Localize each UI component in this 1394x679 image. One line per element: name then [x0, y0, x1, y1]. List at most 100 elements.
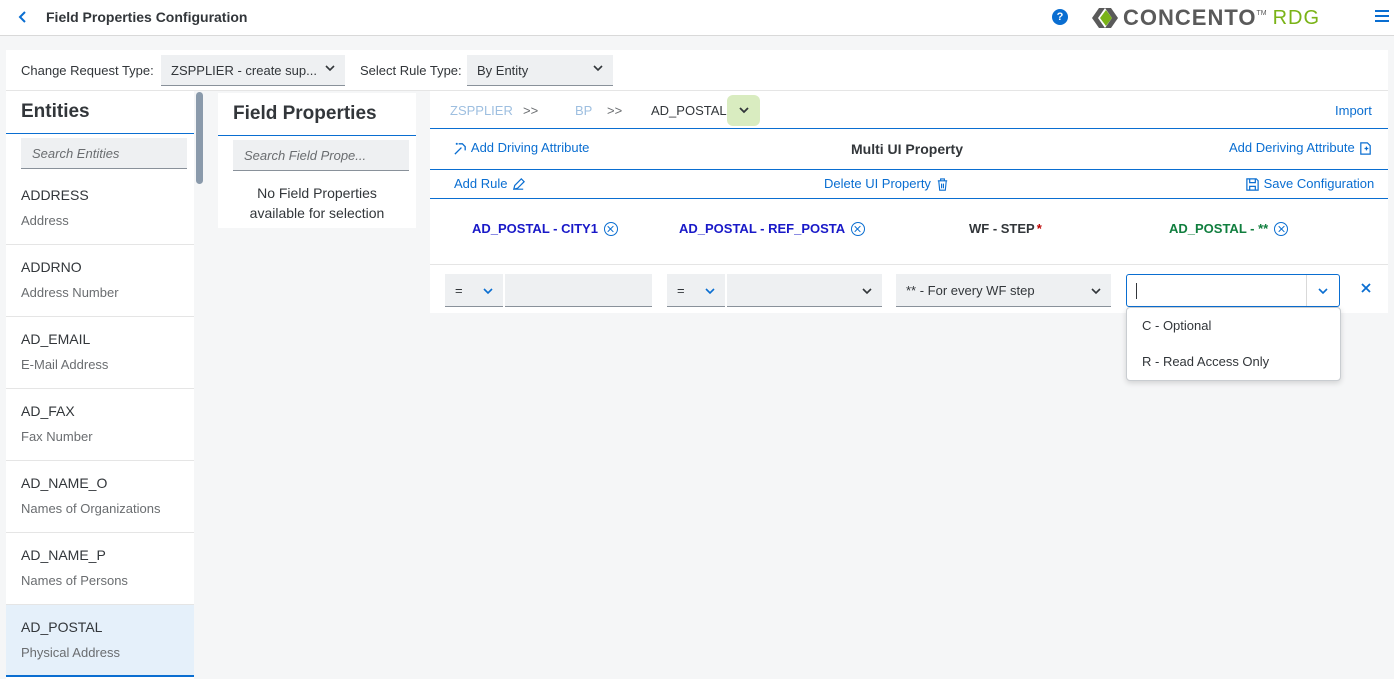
add-deriving-attribute-button[interactable]: Add Deriving Attribute [1229, 140, 1373, 156]
combobox-dropdown-button[interactable] [1306, 275, 1339, 306]
back-icon[interactable] [14, 8, 32, 26]
column-headers: AD_POSTAL - CITY1 AD_POSTAL - REF_POSTA … [430, 199, 1388, 265]
column-header: AD_POSTAL - REF_POSTA [679, 221, 866, 237]
entity-code: ADDRNO [21, 259, 82, 275]
empty-message-line2: available for selection [249, 205, 385, 221]
remove-column-icon[interactable] [851, 221, 866, 236]
shell-header: Field Properties Configuration ? CONCENT… [0, 0, 1394, 36]
chevron-down-icon [1091, 288, 1101, 295]
search-entities-input[interactable]: Search Entities [21, 138, 187, 169]
chevron-down-icon [862, 288, 872, 295]
rule-editor-panel: ZSPPLIER >> BP >> AD_POSTAL Import Add D… [430, 91, 1388, 313]
column-header: AD_POSTAL - ** [1169, 221, 1289, 237]
rule-toolbar: Add Rule Delete UI Property Save Configu… [430, 170, 1388, 199]
required-mark: * [1036, 221, 1042, 236]
entity-list: ADDRESS Address ADDRNO Address Number AD_EMA… [6, 173, 194, 677]
operator-select-ref[interactable]: = [667, 274, 725, 307]
entity-list-item[interactable]: AD_EMAIL E-Mail Address [6, 317, 194, 389]
entity-list-item[interactable]: AD_POSTAL Physical Address [6, 605, 194, 677]
import-link[interactable]: Import [1335, 103, 1372, 118]
column-header-label: WF - STEP [969, 221, 1035, 236]
column-header-label: AD_POSTAL - REF_POSTA [679, 221, 846, 236]
entity-code: AD_POSTAL [21, 619, 103, 635]
entity-code: AD_FAX [21, 403, 75, 419]
page-title: Field Properties Configuration [46, 9, 248, 25]
property-dropdown-list: C - Optional R - Read Access Only [1126, 307, 1341, 381]
add-driving-attribute-button[interactable]: Add Driving Attribute [453, 140, 589, 156]
column-header: WF - STEP * [969, 221, 1042, 236]
breadcrumb-separator: >> [523, 103, 539, 118]
entity-list-item[interactable]: ADDRESS Address [6, 173, 194, 245]
value-input-city[interactable] [505, 274, 652, 307]
add-document-icon [1360, 142, 1372, 155]
save-icon [1246, 178, 1259, 191]
entity-description: Address [21, 213, 69, 228]
entity-list-item[interactable]: AD_NAME_O Names of Organizations [6, 461, 194, 533]
wf-step-select[interactable]: ** - For every WF step [896, 274, 1111, 307]
change-request-label: Change Request Type: [21, 63, 154, 78]
entity-list-item[interactable]: AD_FAX Fax Number [6, 389, 194, 461]
multi-ui-property-title: Multi UI Property [851, 141, 964, 157]
field-properties-title: Field Properties [218, 93, 416, 136]
rule-type-value: By Entity [477, 63, 529, 78]
breadcrumb-item[interactable]: BP [575, 103, 592, 118]
operator-select-city[interactable]: = [445, 274, 503, 307]
breadcrumb-current: AD_POSTAL [651, 103, 727, 118]
attribute-toolbar: Add Driving Attribute Multi UI Property … [430, 129, 1388, 170]
chevron-down-icon [705, 288, 715, 295]
property-combobox[interactable] [1126, 274, 1340, 307]
dropdown-option[interactable]: C - Optional [1127, 308, 1340, 344]
dropdown-option[interactable]: R - Read Access Only [1127, 344, 1340, 380]
chevron-down-icon [738, 107, 749, 114]
add-attribute-icon [454, 142, 466, 155]
operator-value: = [455, 283, 463, 298]
operator-value: = [677, 283, 685, 298]
hamburger-menu-icon[interactable] [1375, 10, 1389, 24]
delete-ui-property-button[interactable]: Delete UI Property [824, 176, 950, 192]
rule-type-select[interactable]: By Entity [467, 55, 613, 86]
remove-column-icon[interactable] [1274, 221, 1289, 236]
entities-panel: Entities Search Entities ADDRESS Address A… [6, 91, 194, 679]
entities-title: Entities [6, 91, 194, 134]
breadcrumb: ZSPPLIER >> BP >> AD_POSTAL Import [430, 91, 1388, 129]
add-deriving-attribute-label: Add Deriving Attribute [1229, 140, 1355, 155]
chevron-down-icon [1318, 288, 1328, 295]
entity-code: ADDRESS [21, 187, 89, 203]
entity-code: AD_NAME_O [21, 475, 108, 491]
chevron-down-icon [483, 288, 493, 295]
logo-word: CONCENTO [1123, 5, 1257, 30]
logo-tm: TM [1256, 10, 1267, 17]
entity-description: Address Number [21, 285, 119, 300]
empty-message-line1: No Field Properties [257, 185, 377, 201]
search-field-properties-input[interactable]: Search Field Prope... [233, 140, 409, 171]
logo-suffix: RDG [1272, 6, 1321, 29]
text-cursor [1136, 283, 1137, 299]
delete-rule-icon[interactable] [1359, 281, 1373, 295]
add-rule-button[interactable]: Add Rule [454, 176, 526, 192]
add-rule-label: Add Rule [454, 176, 508, 191]
entity-list-item[interactable]: AD_NAME_P Names of Persons [6, 533, 194, 605]
filter-bar: Change Request Type: ZSPPLIER - create s… [6, 50, 1388, 91]
value-select-ref[interactable] [727, 274, 882, 307]
breadcrumb-expand-button[interactable] [727, 95, 760, 126]
entity-description: Names of Persons [21, 573, 128, 588]
entity-description: Fax Number [21, 429, 93, 444]
breadcrumb-separator: >> [607, 103, 623, 118]
empty-message: No Field Properties available for select… [218, 183, 416, 223]
column-header: AD_POSTAL - CITY1 [472, 221, 618, 237]
entities-scrollbar[interactable] [196, 92, 203, 184]
remove-column-icon[interactable] [603, 221, 618, 236]
delete-icon [937, 178, 947, 191]
delete-ui-property-label: Delete UI Property [824, 176, 931, 191]
change-request-select[interactable]: ZSPPLIER - create sup... [161, 55, 345, 86]
add-driving-attribute-label: Add Driving Attribute [470, 140, 590, 155]
column-header-label: AD_POSTAL - CITY1 [472, 221, 598, 236]
help-icon[interactable]: ? [1052, 9, 1068, 25]
entity-code: AD_NAME_P [21, 547, 106, 563]
breadcrumb-item[interactable]: ZSPPLIER [450, 103, 513, 118]
logo-mark-icon [1090, 6, 1120, 30]
entity-list-item[interactable]: ADDRNO Address Number [6, 245, 194, 317]
chevron-down-icon [325, 65, 335, 72]
entity-description: Physical Address [21, 645, 120, 660]
save-configuration-button[interactable]: Save Configuration [1245, 176, 1374, 192]
